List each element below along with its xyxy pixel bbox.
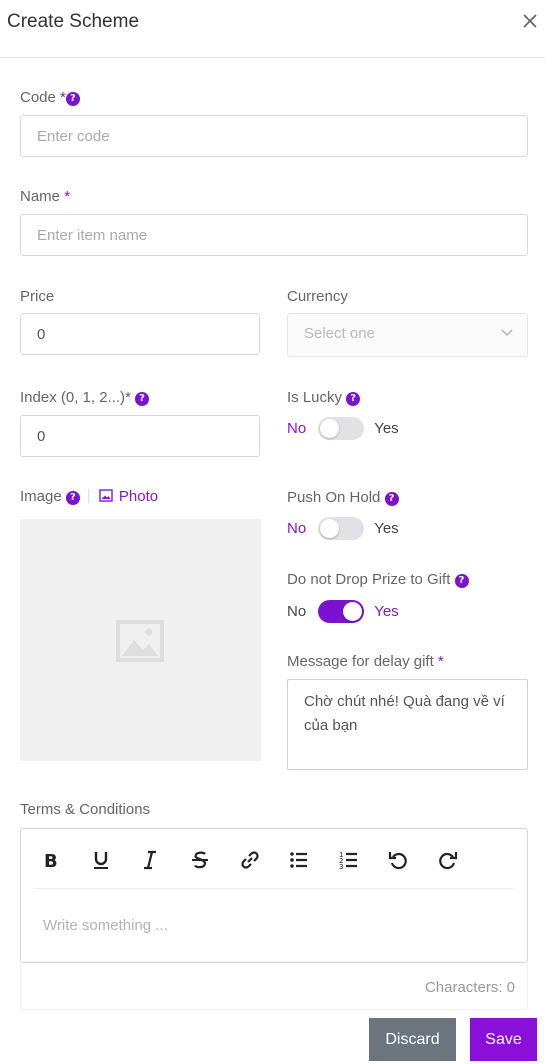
terms-editor: B 123 Write something ... <box>20 828 528 963</box>
help-icon[interactable]: ? <box>135 392 150 406</box>
do-not-drop-toggle[interactable] <box>318 600 365 623</box>
index-label: Index (0, 1, 2...)* ? <box>20 389 150 406</box>
delay-message-label-text: Message for delay gift <box>287 653 434 670</box>
image-preview[interactable] <box>20 519 261 761</box>
push-on-hold-label-text: Push On Hold <box>287 489 381 506</box>
required-mark: * <box>125 389 131 406</box>
character-counter: Characters: 0 <box>424 979 515 996</box>
photo-label: Photo <box>118 488 159 505</box>
price-label: Price <box>20 288 55 305</box>
editor-placeholder[interactable]: Write something ... <box>43 917 168 934</box>
help-icon[interactable]: ? <box>65 92 80 106</box>
toggle-knob <box>343 602 363 621</box>
do-not-drop-label: Do not Drop Prize to Gift ? <box>287 571 469 588</box>
code-label: Code *? <box>20 89 80 106</box>
toggle-yes-label: Yes <box>374 420 399 437</box>
dialog-header: Create Scheme <box>0 0 545 58</box>
name-label: Name * <box>20 188 70 205</box>
undo-icon[interactable] <box>387 849 409 871</box>
help-icon[interactable]: ? <box>65 491 80 505</box>
chevron-down-icon <box>501 329 513 336</box>
do-not-drop-label-text: Do not Drop Prize to Gift <box>287 571 451 588</box>
delay-message-textarea[interactable]: Chờ chút nhé! Quà đang về ví của bạn <box>287 679 528 770</box>
toggle-no-label: No <box>287 520 307 537</box>
toggle-yes-label: Yes <box>374 520 399 537</box>
image-icon <box>99 489 113 502</box>
toggle-knob <box>320 519 340 538</box>
is-lucky-toggle[interactable] <box>318 417 365 440</box>
toggle-no-label: No <box>287 420 307 437</box>
index-label-text: Index (0, 1, 2...) <box>20 389 126 406</box>
photo-button[interactable]: Photo <box>99 488 158 505</box>
delay-message-label: Message for delay gift * <box>287 653 444 670</box>
image-placeholder-icon <box>116 620 164 662</box>
code-label-text: Code <box>20 89 56 106</box>
image-label-text: Image <box>20 488 62 505</box>
required-mark: * <box>64 188 71 205</box>
code-input[interactable] <box>20 115 528 157</box>
italic-icon[interactable] <box>139 849 161 871</box>
bold-icon[interactable]: B <box>40 849 62 871</box>
is-lucky-label-text: Is Lucky <box>287 389 343 406</box>
character-counter-bar: Characters: 0 <box>20 964 528 1010</box>
help-icon[interactable]: ? <box>346 392 361 406</box>
editor-toolbar: B 123 <box>33 829 513 889</box>
toggle-no-label: No <box>287 603 307 620</box>
help-icon[interactable]: ? <box>384 492 399 506</box>
toggle-knob <box>320 419 340 438</box>
discard-button[interactable]: Discard <box>369 1018 456 1061</box>
save-button[interactable]: Save <box>470 1018 537 1061</box>
image-label: Image ? Photo <box>20 488 158 505</box>
price-input[interactable] <box>20 313 260 355</box>
strikethrough-icon[interactable] <box>189 849 211 871</box>
numbered-list-icon[interactable]: 123 <box>338 849 360 871</box>
currency-placeholder: Select one <box>304 325 375 342</box>
currency-label: Currency <box>287 288 348 305</box>
name-label-text: Name <box>20 188 61 205</box>
divider <box>87 489 89 503</box>
redo-icon[interactable] <box>437 849 459 871</box>
link-icon[interactable] <box>239 849 261 871</box>
terms-label: Terms & Conditions <box>20 801 151 818</box>
do-not-drop-toggle-row: No Yes <box>287 600 399 623</box>
is-lucky-label: Is Lucky ? <box>287 389 361 406</box>
name-input[interactable] <box>20 214 528 256</box>
help-icon[interactable]: ? <box>454 574 469 588</box>
is-lucky-toggle-row: No Yes <box>287 417 399 440</box>
required-mark: * <box>60 89 66 106</box>
svg-text:B: B <box>44 851 58 871</box>
push-on-hold-toggle-row: No Yes <box>287 517 399 540</box>
push-on-hold-toggle[interactable] <box>318 517 365 540</box>
close-icon[interactable] <box>521 12 539 30</box>
svg-text:3: 3 <box>339 863 343 871</box>
underline-icon[interactable] <box>90 849 112 871</box>
push-on-hold-label: Push On Hold ? <box>287 489 399 506</box>
bullet-list-icon[interactable] <box>288 849 310 871</box>
index-input[interactable] <box>20 415 260 457</box>
required-mark: * <box>437 653 444 670</box>
dialog-title: Create Scheme <box>7 11 140 32</box>
toggle-yes-label: Yes <box>374 603 399 620</box>
currency-select[interactable]: Select one <box>287 313 528 357</box>
